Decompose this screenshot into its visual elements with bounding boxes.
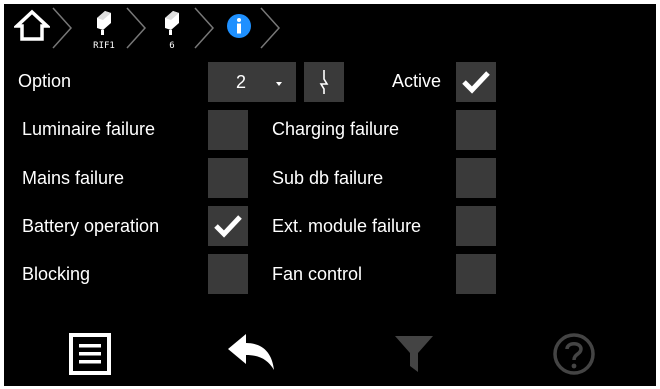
option-label: Option [18,71,72,91]
chevron-right-icon [52,7,73,49]
luminaire-failure-checkbox[interactable] [208,110,248,150]
info-icon [227,14,251,38]
help-icon[interactable] [552,332,596,376]
blocking-label: Blocking [22,264,91,284]
chevron-down-icon [276,82,282,86]
device-icon [165,11,179,35]
blocking-checkbox[interactable] [208,254,248,294]
option-value: 2 [236,72,247,92]
option-select[interactable]: 2 [208,62,296,102]
sub-db-failure-checkbox[interactable] [456,158,496,198]
charging-failure-label: Charging failure [272,119,400,139]
chevron-right-icon [260,7,281,49]
fan-control-checkbox[interactable] [456,254,496,294]
switch-icon [319,70,329,94]
mains-failure-checkbox[interactable] [208,158,248,198]
checkmark-icon [462,71,490,94]
breadcrumb-label: 6 [169,41,175,51]
battery-operation-checkbox[interactable] [208,206,248,246]
breadcrumb-info[interactable] [220,4,260,48]
checkmark-icon [214,215,242,238]
battery-operation-label: Battery operation [22,216,160,236]
mains-failure-label: Mains failure [22,168,125,188]
ext-module-failure-checkbox[interactable] [456,206,496,246]
device-icon [97,11,111,35]
fan-control-label: Fan control [272,264,363,284]
breadcrumb-rif1[interactable]: RIF1 [84,4,124,51]
back-icon[interactable] [224,330,280,380]
luminaire-failure-label: Luminaire failure [22,119,156,139]
ext-module-failure-label: Ext. module failure [272,216,422,236]
home-icon [14,9,50,41]
filter-icon[interactable] [392,332,436,376]
active-checkbox[interactable] [456,62,496,102]
breadcrumb-label: RIF1 [93,41,115,51]
list-icon[interactable] [68,332,112,376]
chevron-right-icon [126,7,147,49]
option-switch-button[interactable] [304,62,344,102]
active-label: Active [392,71,442,91]
charging-failure-checkbox[interactable] [456,110,496,150]
bottom-toolbar [4,304,656,386]
breadcrumb-home[interactable] [12,4,52,48]
breadcrumb-6[interactable]: 6 [152,4,192,51]
sub-db-failure-label: Sub db failure [272,168,384,188]
screen: RIF1 6 Option 2 Active Luminaire failure… [4,4,656,386]
chevron-right-icon [194,7,215,49]
breadcrumb: RIF1 6 [4,4,656,52]
